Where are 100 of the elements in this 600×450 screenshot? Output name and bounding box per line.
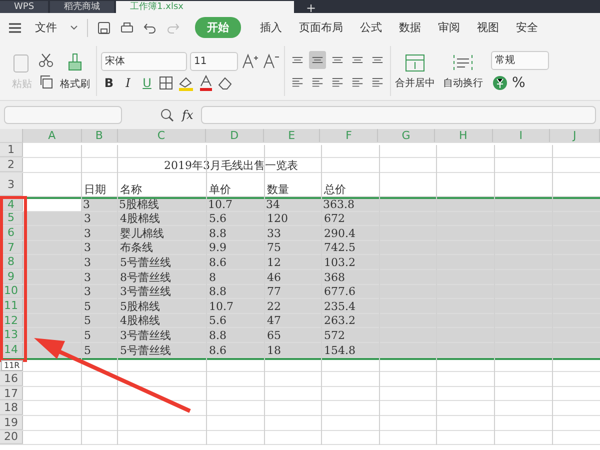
- table-cell-text: 单价: [208, 182, 232, 196]
- row-header[interactable]: 18: [0, 401, 23, 415]
- table-cell-text: 5股棉线: [118, 199, 160, 211]
- table-cell-text: 3: [83, 284, 92, 298]
- table-cell-text: 120: [266, 212, 289, 226]
- font-color-icon[interactable]: [198, 74, 214, 90]
- merge-cells-icon: [404, 52, 426, 72]
- table-cell-text: 名称: [119, 182, 143, 196]
- table-cell-text: 235.4: [323, 299, 356, 313]
- table-cell-text: 46: [266, 270, 282, 284]
- save-icon[interactable]: [97, 20, 111, 34]
- table-cell-text: 742.5: [323, 240, 356, 254]
- table-cell-text: 4股棉线: [119, 314, 161, 328]
- menu-tab[interactable]: 安全: [512, 18, 542, 37]
- row-header[interactable]: 16: [0, 372, 23, 386]
- table-cell-text: 总价: [323, 182, 347, 196]
- table-cell-text: 368: [323, 270, 346, 284]
- menu-icon[interactable]: [8, 22, 22, 34]
- table-cell-text: 47: [266, 314, 282, 328]
- border-icon[interactable]: [158, 74, 174, 90]
- grow-font-icon[interactable]: [241, 53, 259, 69]
- table-cell-text: 数量: [266, 182, 290, 196]
- table-cell-text: 33: [266, 226, 282, 240]
- menu-tab[interactable]: 页面布局: [295, 18, 347, 37]
- table-cell-text: 3号蕾丝线: [119, 328, 172, 342]
- table-cell-text: 8.8: [208, 226, 228, 240]
- table-cell-text: 12: [266, 255, 282, 269]
- table-cell-text: 5号蕾丝线: [119, 255, 172, 269]
- table-cell-text: 5.6: [208, 314, 228, 328]
- percent-button[interactable]: %: [512, 74, 526, 90]
- table-cell-text: 77: [266, 284, 282, 298]
- table-cell-text: 290.4: [323, 226, 356, 240]
- currency-icon[interactable]: [491, 74, 509, 92]
- table-cell-text: 5号蕾丝线: [119, 342, 172, 357]
- app-tab[interactable]: 工作簿1.xlsx: [116, 1, 294, 13]
- row-header[interactable]: 20: [0, 430, 23, 444]
- menu-tab[interactable]: 视图: [473, 18, 503, 37]
- align-icon[interactable]: [309, 51, 326, 69]
- menu-tab[interactable]: 公式: [356, 18, 386, 37]
- row-header[interactable]: 3: [0, 173, 23, 196]
- table-cell-text: 3: [83, 226, 92, 240]
- table-cell-text: 8: [208, 270, 217, 284]
- wrap-text-button[interactable]: 自动换行: [439, 50, 487, 92]
- underline-button[interactable]: U: [139, 76, 155, 90]
- table-cell-text: 65: [266, 328, 282, 342]
- table-cell-text: 363.8: [322, 199, 356, 211]
- table-cell-text: 75: [266, 240, 282, 254]
- menu-tab[interactable]: 开始: [195, 17, 241, 38]
- table-cell-text: 3: [82, 199, 91, 211]
- selection-tooltip: 11R: [1, 360, 23, 371]
- table-cell-text: 34: [265, 199, 281, 211]
- menu-tab[interactable]: 审阅: [434, 18, 464, 37]
- italic-button[interactable]: I: [120, 76, 136, 90]
- wrap-text-icon: [452, 52, 474, 72]
- table-cell-text: 18: [266, 342, 282, 357]
- menu-tab[interactable]: 插入: [256, 18, 286, 37]
- table-cell-text: 8号蕾丝线: [119, 270, 172, 284]
- row-header[interactable]: 17: [0, 386, 23, 400]
- table-cell-text: 8.8: [208, 284, 228, 298]
- app-tab[interactable]: WPS: [0, 1, 48, 13]
- table-cell-text: 263.2: [323, 314, 356, 328]
- row-header[interactable]: 19: [0, 416, 23, 430]
- table-cell-text: 103.2: [323, 255, 356, 269]
- active-cell[interactable]: [23, 199, 81, 211]
- table-cell-text: 22: [266, 299, 282, 313]
- font-field[interactable]: 宋体: [101, 52, 187, 70]
- table-cell-text: 5: [83, 342, 92, 357]
- bold-button[interactable]: B: [101, 76, 117, 90]
- eraser-icon[interactable]: [217, 74, 233, 90]
- table-cell-text: 3: [83, 255, 92, 269]
- row-header[interactable]: 1: [0, 143, 23, 157]
- table-cell-text: 9.9: [208, 240, 228, 254]
- table-cell-text: 5股棉线: [119, 299, 161, 313]
- scissors-icon[interactable]: [38, 52, 54, 68]
- table-cell-text: 8.6: [208, 342, 228, 357]
- new-tab-button[interactable]: +: [296, 3, 326, 13]
- function-label[interactable]: fx: [182, 108, 194, 122]
- table-cell-text: 10.7: [207, 199, 234, 211]
- zoom-icon[interactable]: [160, 108, 174, 122]
- table-cell-text: 布条线: [119, 240, 154, 254]
- menu-tab[interactable]: 数据: [395, 18, 425, 37]
- print-icon[interactable]: [120, 20, 134, 34]
- file-menu[interactable]: 文件: [31, 18, 61, 37]
- format-painter-button[interactable]: 格式刷: [58, 50, 92, 92]
- table-cell-text: 5: [83, 328, 92, 342]
- formula-field[interactable]: [201, 106, 596, 124]
- row-header[interactable]: 2: [0, 158, 23, 172]
- shrink-font-icon[interactable]: [262, 53, 280, 69]
- app-tab[interactable]: 稻壳商城: [50, 1, 114, 13]
- merge-center-button[interactable]: 合并居中: [391, 50, 439, 92]
- font-size-field[interactable]: 11: [190, 52, 238, 70]
- table-cell-text: 3: [83, 270, 92, 284]
- copy-icon[interactable]: [38, 74, 54, 90]
- table-cell-text: 8.8: [208, 328, 228, 342]
- table-cell-text: 5: [83, 314, 92, 328]
- caret-icon[interactable]: [70, 24, 78, 30]
- table-cell-text: 5.6: [208, 212, 228, 226]
- fill-color-icon[interactable]: [177, 74, 195, 90]
- table-cell-text: 4股棉线: [119, 212, 161, 226]
- number-format-field[interactable]: 常规: [491, 50, 549, 70]
